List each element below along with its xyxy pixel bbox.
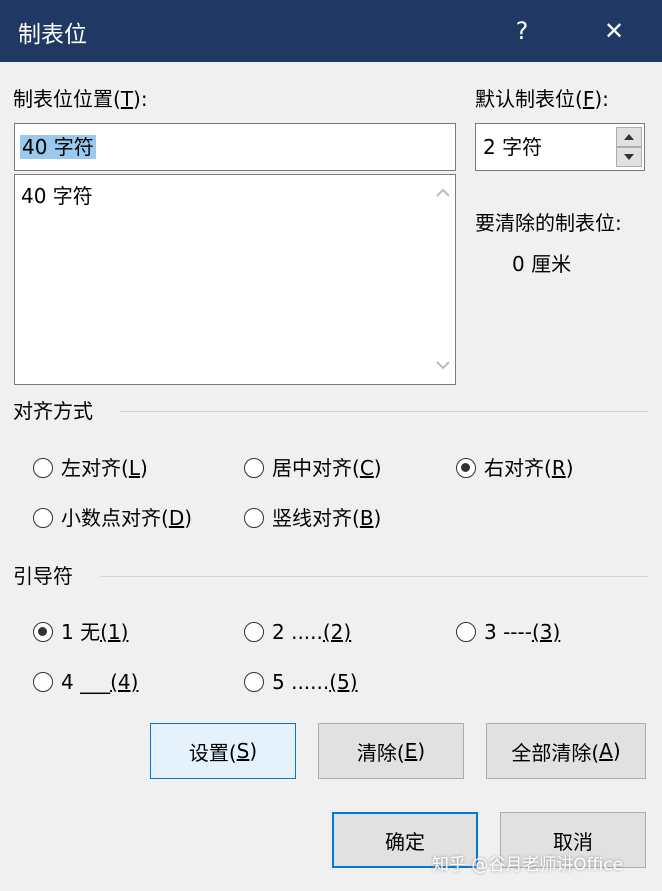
help-button[interactable]: ? <box>492 0 552 62</box>
leader-none-radio[interactable]: 1 无 (1) <box>33 619 128 645</box>
tab-position-input[interactable]: 40 字符 <box>14 123 456 171</box>
radio-circle <box>244 672 264 692</box>
clear-button[interactable]: 清除(E) <box>318 723 464 779</box>
set-button[interactable]: 设置(S) <box>150 723 296 779</box>
radio-circle <box>33 672 53 692</box>
tab-position-list[interactable]: 40 字符 <box>14 174 456 385</box>
radio-circle <box>244 622 264 642</box>
arrow-down-icon <box>624 154 634 160</box>
radio-circle <box>33 508 53 528</box>
align-center-radio[interactable]: 居中对齐(C) <box>244 455 382 481</box>
close-icon: ✕ <box>603 17 625 45</box>
leader-divider <box>100 576 648 577</box>
to-clear-value: 0 厘米 <box>512 252 572 276</box>
clear-all-button[interactable]: 全部清除(A) <box>486 723 646 779</box>
default-tab-label: 默认制表位(F): <box>475 87 609 111</box>
tab-position-value: 40 字符 <box>20 135 96 159</box>
leader-middots-radio[interactable]: 5 ...... (5) <box>244 669 358 695</box>
align-right-radio[interactable]: 右对齐(R) <box>456 455 574 481</box>
align-decimal-radio[interactable]: 小数点对齐(D) <box>33 505 192 531</box>
watermark: 知乎 @谷月老师讲Office <box>432 855 624 875</box>
alignment-divider <box>120 411 648 412</box>
align-bar-radio[interactable]: 竖线对齐(B) <box>244 505 381 531</box>
to-clear-label: 要清除的制表位: <box>475 211 622 235</box>
dialog-title: 制表位 <box>18 22 87 48</box>
title-bar <box>0 0 662 62</box>
default-tab-value: 2 字符 <box>483 135 543 159</box>
leader-title: 引导符 <box>13 563 79 589</box>
arrow-up-icon <box>624 134 634 140</box>
radio-circle-checked <box>33 622 53 642</box>
scroll-up-icon[interactable] <box>435 187 451 199</box>
spin-up-button[interactable] <box>616 127 642 147</box>
alignment-title: 对齐方式 <box>13 398 99 424</box>
radio-circle <box>456 622 476 642</box>
list-item[interactable]: 40 字符 <box>21 183 93 209</box>
default-tab-spinner[interactable]: 2 字符 <box>475 123 645 171</box>
radio-circle <box>244 508 264 528</box>
radio-circle <box>244 458 264 478</box>
list-scrollbar[interactable] <box>431 175 455 384</box>
leader-dashes-radio[interactable]: 3 ---- (3) <box>456 619 560 645</box>
radio-circle-checked <box>456 458 476 478</box>
spin-down-button[interactable] <box>616 147 642 167</box>
help-icon: ? <box>515 17 529 45</box>
radio-circle <box>33 458 53 478</box>
leader-dots-radio[interactable]: 2 ..... (2) <box>244 619 351 645</box>
scroll-down-icon[interactable] <box>435 359 451 371</box>
align-left-radio[interactable]: 左对齐(L) <box>33 455 148 481</box>
leader-underline-radio[interactable]: 4 ___ (4) <box>33 669 138 695</box>
tab-position-label: 制表位位置(T): <box>13 87 148 111</box>
close-button[interactable]: ✕ <box>584 0 644 62</box>
